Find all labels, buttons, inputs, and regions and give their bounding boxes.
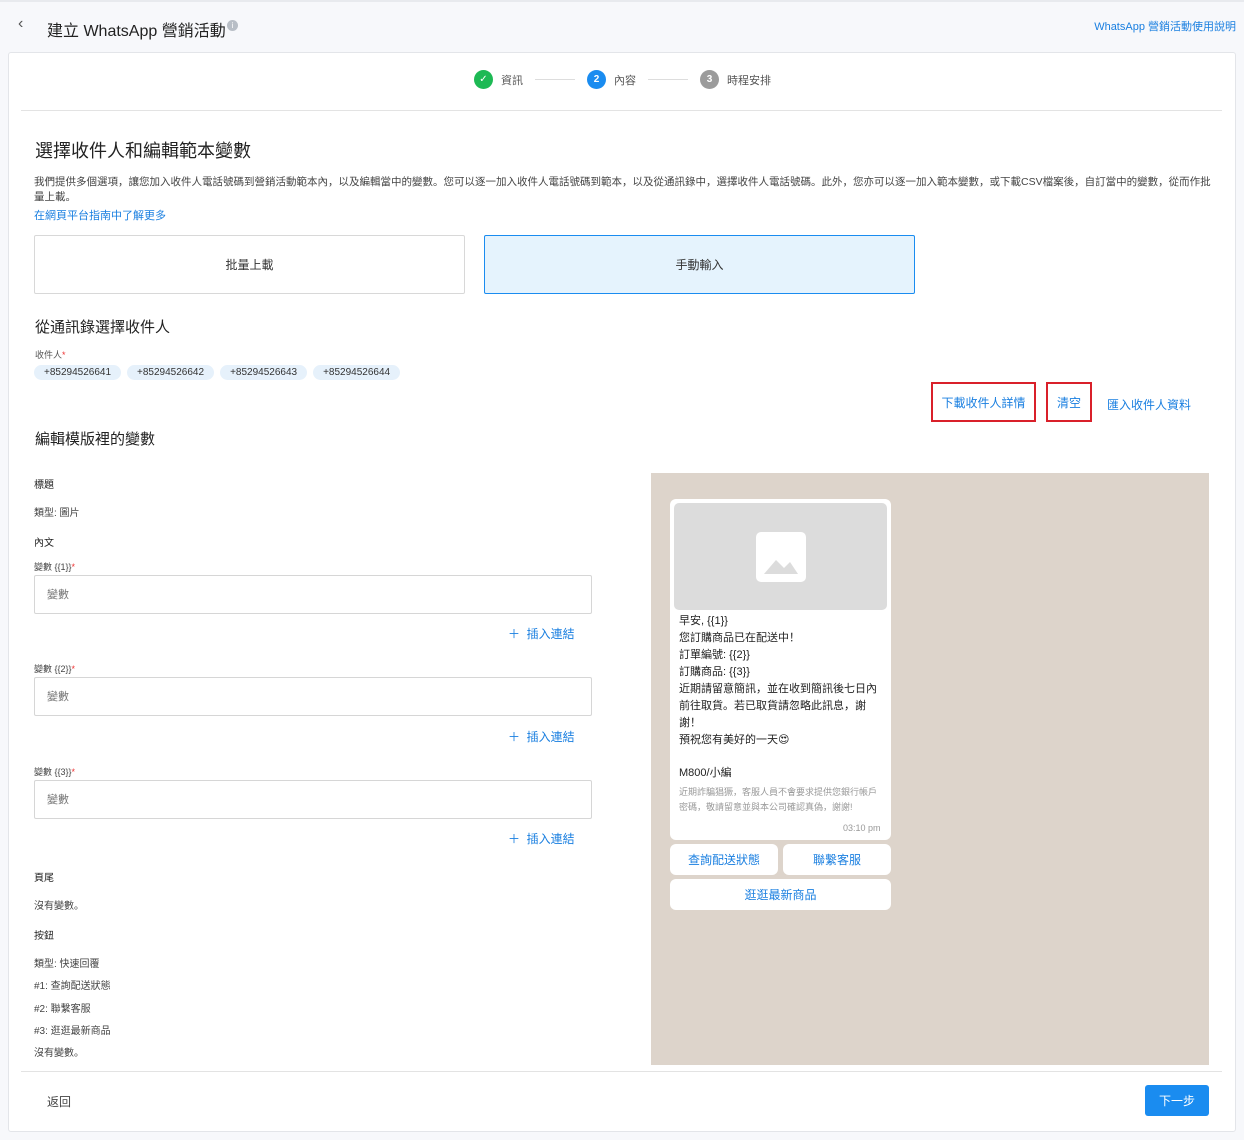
clear-link[interactable]: 清空 [1046,382,1092,422]
insert-link-label: 插入連結 [526,832,575,846]
required-mark: * [62,350,66,360]
label-text: 變數 {{1}} [34,562,72,572]
divider [21,110,1222,111]
recipient-chip[interactable]: +85294526642 [127,365,215,380]
message-line: 訂購商品: {{3}} [679,666,750,678]
back-button[interactable]: 返回 [47,1093,71,1110]
recipient-chip[interactable]: +85294526643 [220,365,308,380]
variables-title: 編輯模版裡的變數 [35,431,156,448]
buttons-none: 沒有變數。 [34,1048,84,1059]
quick-reply-button[interactable]: 聯繫客服 [783,844,891,875]
bulk-upload-option[interactable]: 批量上載 [34,235,465,294]
buttons-type: 類型: 快速回覆 [34,959,100,970]
insert-link-button-1[interactable]: ＋ 插入連結 [508,625,575,642]
label-text: 變數 {{2}} [34,664,72,674]
footer-label: 頁尾 [34,873,54,884]
next-button[interactable]: 下一步 [1145,1085,1209,1116]
learn-more-link[interactable]: 在網頁平台指南中了解更多 [34,207,166,223]
help-link[interactable]: WhatsApp 營銷活動使用說明 [1094,18,1236,34]
recipient-chip[interactable]: +85294526641 [34,365,122,380]
step-schedule: 3 時程安排 [700,70,771,89]
variable-2-input[interactable] [34,677,592,716]
insert-link-button-2[interactable]: ＋ 插入連結 [508,728,575,745]
message-body: 早安, {{1}} 您訂購商品已在配送中！ 訂單編號: {{2}} 訂購商品: … [679,613,884,815]
step-info: ✓ 資訊 [474,70,523,89]
insert-link-label: 插入連結 [526,730,575,744]
variable-3-input[interactable] [34,780,592,819]
message-line: 近期請留意簡訊，並在收到簡訊後七日內前往取貨。若已取貨請忽略此訊息，謝謝！ [679,683,877,729]
label-text: 收件人 [35,350,63,360]
message-time: 03:10 pm [843,823,881,833]
button-item: #1: 查詢配送狀態 [34,981,111,992]
body-label: 內文 [34,538,54,549]
divider [21,1071,1222,1072]
header-type: 類型: 圖片 [34,508,80,519]
image-icon [755,531,806,582]
insert-link-button-3[interactable]: ＋ 插入連結 [508,830,575,847]
recipient-chip[interactable]: +85294526644 [313,365,401,380]
check-icon: ✓ [474,70,493,89]
buttons-label: 按鈕 [34,931,54,942]
back-chevron-icon[interactable]: ‹ [18,15,23,33]
page-title: 建立 WhatsApp 營銷活動 [47,23,226,40]
step-label: 資訊 [501,74,523,87]
recipients-label: 收件人* [35,348,66,361]
message-line: 您訂購商品已在配送中！ [679,632,800,644]
recipients-title: 從通訊錄選擇收件人 [35,319,171,336]
variable-1-label: 變數 {{1}}* [34,562,76,572]
button-item: #2: 聯繫客服 [34,1004,91,1015]
variable-1-input[interactable] [34,575,592,614]
info-icon[interactable]: i [227,20,238,31]
quick-reply-button[interactable]: 查詢配送狀態 [670,844,778,875]
step-label: 時程安排 [727,74,771,87]
quick-reply-button[interactable]: 逛逛最新商品 [670,879,891,910]
message-line: 早安, {{1}} [679,615,728,627]
download-recipients-link[interactable]: 下載收件人詳情 [931,382,1036,422]
footer-none: 沒有變數。 [34,901,84,912]
variable-2-label: 變數 {{2}}* [34,664,76,674]
label-text: 變數 {{3}} [34,767,72,777]
step-number: 2 [587,70,606,89]
header-label: 標題 [34,480,54,491]
message-signature: M800/小編 [679,767,732,779]
stepper: ✓ 資訊 2 內容 3 時程安排 [474,70,771,89]
import-recipients-link[interactable]: 匯入收件人資料 [1107,396,1191,413]
recipient-chips: +85294526641 +85294526642 +85294526643 +… [34,365,406,380]
step-label: 內容 [614,74,636,87]
step-number: 3 [700,70,719,89]
message-footer: 近期詐騙猖獗，客服人員不會要求提供您銀行帳戶密碼，敬請留意並與本公司確認真偽，謝… [679,787,878,812]
image-placeholder [674,503,887,610]
message-line: 訂單編號: {{2}} [679,649,750,661]
button-item: #3: 逛逛最新商品 [34,1026,111,1037]
section-description: 我們提供多個選項，讓您加入收件人電話號碼到營銷活動範本內，以及編輯當中的變數。您… [34,176,1211,203]
section-title: 選擇收件人和編輯範本變數 [35,141,251,161]
step-content: 2 內容 [587,70,636,89]
step-divider [648,79,688,80]
insert-link-label: 插入連結 [526,627,575,641]
manual-input-option[interactable]: 手動輸入 [484,235,915,294]
message-line: 預祝您有美好的一天😍 [679,734,790,746]
variable-3-label: 變數 {{3}}* [34,767,76,777]
step-divider [535,79,575,80]
